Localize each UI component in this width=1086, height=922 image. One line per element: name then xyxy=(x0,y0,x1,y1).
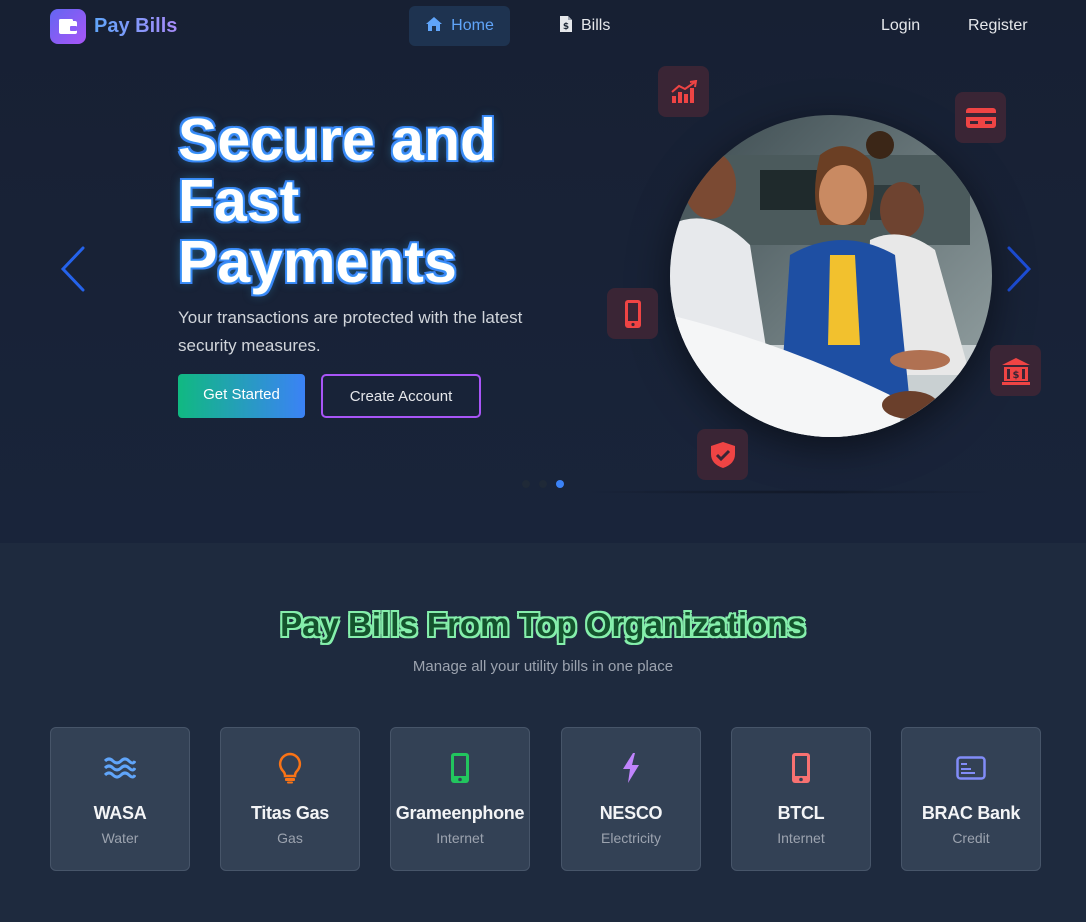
get-started-button[interactable]: Get Started xyxy=(178,374,305,418)
nav-bills-label: Bills xyxy=(581,17,611,34)
nav-home-label: Home xyxy=(451,17,494,34)
org-category: Internet xyxy=(436,830,484,846)
mobile-phone-icon xyxy=(607,288,658,339)
hero-title: Secure and Fast Payments xyxy=(178,107,497,295)
mobile-phone-icon xyxy=(791,752,811,784)
chevron-right-icon xyxy=(1007,246,1032,292)
carousel-dot-1[interactable] xyxy=(522,480,530,488)
hero-shadow xyxy=(580,490,1000,494)
hero-photo xyxy=(670,115,992,437)
organizations-title: Pay Bills From Top Organizations xyxy=(280,606,806,643)
water-icon xyxy=(104,752,136,784)
org-category: Credit xyxy=(952,830,990,846)
credit-card-icon xyxy=(955,92,1006,143)
org-category: Internet xyxy=(777,830,825,846)
org-card-nesco[interactable]: NESCO Electricity xyxy=(561,727,701,871)
svg-text:$: $ xyxy=(1012,370,1019,381)
hero-subtitle: Your transactions are protected with the… xyxy=(178,308,523,355)
carousel-prev-button[interactable] xyxy=(58,244,88,294)
svg-text:$: $ xyxy=(563,22,569,32)
create-account-button[interactable]: Create Account xyxy=(321,374,481,418)
nav-home-link[interactable]: Home xyxy=(409,6,510,46)
wallet-icon xyxy=(50,9,86,44)
nav-bills-link[interactable]: $ Bills xyxy=(559,6,610,46)
org-card-brac-bank[interactable]: BRAC Bank Credit xyxy=(901,727,1041,871)
login-link[interactable]: Login xyxy=(881,6,920,46)
org-name: Grameenphone xyxy=(395,803,525,823)
brand-name: Pay Bills xyxy=(94,15,178,37)
file-invoice-dollar-icon: $ xyxy=(559,15,573,38)
org-name: BTCL xyxy=(777,803,825,823)
lightbulb-icon xyxy=(278,752,302,784)
register-link[interactable]: Register xyxy=(968,6,1028,46)
carousel-dot-3[interactable] xyxy=(556,480,564,488)
chevron-left-icon xyxy=(60,246,85,292)
org-name: NESCO xyxy=(599,803,663,823)
credit-card-icon xyxy=(956,752,986,784)
home-icon xyxy=(425,16,443,37)
org-category: Gas xyxy=(277,830,303,846)
org-card-titas-gas[interactable]: Titas Gas Gas xyxy=(220,727,360,871)
org-category: Water xyxy=(101,830,139,846)
organizations-subtitle: Manage all your utility bills in one pla… xyxy=(412,658,674,675)
chart-up-icon xyxy=(658,66,709,117)
shield-check-icon xyxy=(697,429,748,480)
bolt-icon xyxy=(621,752,641,784)
org-name: WASA xyxy=(93,803,147,823)
carousel-dot-2[interactable] xyxy=(539,480,547,488)
org-card-grameenphone[interactable]: Grameenphone Internet xyxy=(390,727,530,871)
org-category: Electricity xyxy=(601,830,661,846)
org-card-wasa[interactable]: WASA Water xyxy=(50,727,190,871)
mobile-phone-icon xyxy=(450,752,470,784)
carousel-indicators xyxy=(522,480,564,488)
org-card-btcl[interactable]: BTCL Internet xyxy=(731,727,871,871)
brand-logo[interactable]: Pay Bills xyxy=(50,9,177,44)
org-name: Titas Gas xyxy=(250,803,329,823)
carousel-next-button[interactable] xyxy=(1004,244,1034,294)
bank-icon: $ xyxy=(990,345,1041,396)
org-name: BRAC Bank xyxy=(921,803,1021,823)
